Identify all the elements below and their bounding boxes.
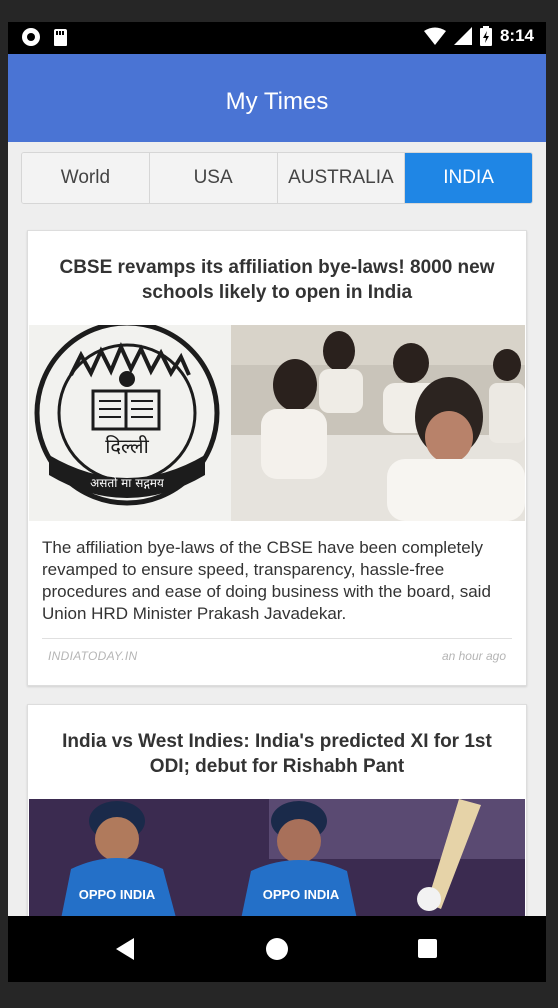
status-bar: 8:14 — [8, 22, 546, 54]
article-description: The affiliation bye-laws of the CBSE hav… — [42, 538, 491, 623]
phone-frame: 8:14 My Times World USA AUSTRALIA INDIA … — [0, 0, 558, 1008]
article-title: CBSE revamps its affiliation bye-laws! 8… — [59, 257, 495, 303]
tab-usa[interactable]: USA — [149, 153, 278, 203]
logo-text: दिल्ली — [105, 434, 149, 458]
tab-world[interactable]: World — [22, 153, 150, 203]
navigation-bar — [8, 916, 546, 982]
battery-icon — [479, 26, 492, 46]
screen: 8:14 My Times World USA AUSTRALIA INDIA … — [8, 22, 546, 982]
app-bar: My Times — [8, 54, 546, 142]
article-image: दिल्ली असतो मा सद्गमय — [29, 325, 525, 521]
logo-motto: असतो मा सद्गमय — [90, 476, 165, 490]
jersey-text: OPPO INDIA — [79, 887, 156, 902]
article-source[interactable]: INDIATODAY.IN — [48, 649, 137, 663]
article-image: OPPO INDIA OPPO INDIA — [29, 799, 525, 929]
category-tabs: World USA AUSTRALIA INDIA — [21, 152, 533, 204]
signal-icon — [453, 27, 472, 45]
article-time: an hour ago — [441, 649, 506, 663]
jersey-text: OPPO INDIA — [263, 887, 340, 902]
home-icon[interactable] — [266, 938, 288, 960]
app-title: My Times — [225, 88, 329, 115]
tab-india[interactable]: INDIA — [405, 153, 532, 203]
notification-circle-icon — [22, 28, 40, 46]
news-card[interactable]: CBSE revamps its affiliation bye-laws! 8… — [27, 230, 527, 686]
wifi-icon — [423, 27, 446, 45]
recent-apps-icon[interactable] — [418, 939, 437, 958]
sd-card-icon — [54, 28, 67, 46]
article-title: India vs West Indies: India's predicted … — [62, 731, 492, 777]
status-time: 8:14 — [499, 26, 534, 45]
back-icon[interactable] — [116, 938, 134, 960]
card-divider — [42, 638, 512, 639]
tab-australia[interactable]: AUSTRALIA — [277, 153, 406, 203]
